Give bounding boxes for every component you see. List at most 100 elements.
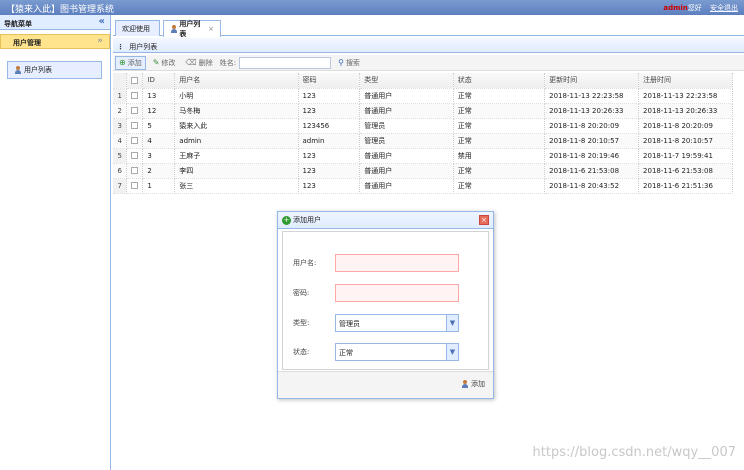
search-button[interactable]: ⚲ 搜索 — [335, 57, 363, 69]
status-select[interactable]: 正常 ▼ — [335, 343, 459, 361]
logout-link[interactable]: 安全退出 — [710, 4, 738, 12]
cell-status: 正常 — [453, 118, 546, 134]
add-button[interactable]: ⊕ 添加 — [115, 55, 146, 70]
submit-add-button[interactable]: 添加 — [461, 379, 485, 389]
add-icon: + — [282, 215, 291, 225]
table-row[interactable]: 3 5 猿来入此 123456 管理员 正常 2018-11-8 20:20:0… — [113, 118, 733, 134]
cell-id: 2 — [142, 163, 176, 179]
row-checkbox[interactable] — [126, 148, 144, 164]
username-input[interactable] — [335, 254, 459, 272]
tab-welcome[interactable]: 欢迎使用 — [115, 20, 160, 36]
table-row[interactable]: 2 12 马冬梅 123 普通用户 正常 2018-11-13 20:26:33… — [113, 103, 733, 119]
edit-label: 修改 — [161, 58, 176, 67]
table-row[interactable]: 4 4 admin admin 管理员 正常 2018-11-8 20:10:5… — [113, 133, 733, 149]
col-username[interactable]: 用户名 — [174, 73, 299, 89]
panel-title: 用户列表 — [129, 43, 158, 51]
cell-status: 正常 — [453, 163, 546, 179]
cell-id: 1 — [142, 178, 176, 194]
cell-id: 5 — [142, 118, 176, 134]
select-all-checkbox[interactable] — [126, 73, 144, 89]
table-row[interactable]: 6 2 李四 123 普通用户 正常 2018-11-6 21:53:08 20… — [113, 163, 733, 179]
top-bar: 【猿来入此】图书管理系统 admin您好 安全退出 — [0, 0, 744, 15]
sidebar-header: 导航菜单 « — [0, 15, 110, 30]
row-number: 5 — [113, 148, 128, 164]
user-icon — [170, 25, 178, 33]
cell-type: 管理员 — [359, 133, 454, 149]
row-checkbox[interactable] — [126, 163, 144, 179]
col-status[interactable]: 状态 — [453, 73, 546, 89]
col-password[interactable]: 密码 — [298, 73, 361, 89]
user-table: ID 用户名 密码 类型 状态 更新时间 注册时间 1 13 小明 123 普通… — [113, 73, 733, 194]
greeting: 您好 — [687, 4, 702, 12]
row-number: 7 — [113, 178, 128, 194]
close-tab-icon[interactable]: × — [208, 25, 214, 33]
row-number-header — [113, 73, 128, 89]
name-search-label: 姓名: — [219, 58, 237, 67]
cell-username: 李四 — [174, 163, 299, 179]
tab-user-list-label: 用户列表 — [179, 20, 201, 38]
cell-id: 4 — [142, 133, 176, 149]
username-label: 用户名: — [293, 259, 317, 267]
cell-updated: 2018-11-8 20:43:52 — [544, 178, 640, 194]
sidebar-group-user-management[interactable]: 用户管理 » — [0, 34, 110, 49]
cell-type: 普通用户 — [359, 178, 454, 194]
status-select-value: 正常 — [339, 349, 353, 357]
add-label: 添加 — [127, 58, 142, 67]
edit-button[interactable]: ✎ 修改 — [150, 57, 179, 69]
search-label: 搜索 — [345, 58, 360, 67]
cell-id: 12 — [142, 103, 176, 119]
table-row[interactable]: 7 1 张三 123 普通用户 正常 2018-11-8 20:43:52 20… — [113, 178, 733, 194]
table-row[interactable]: 1 13 小明 123 普通用户 正常 2018-11-13 22:23:58 … — [113, 88, 733, 104]
col-id[interactable]: ID — [142, 73, 176, 89]
tab-bar: 欢迎使用 用户列表 × — [113, 18, 744, 38]
cell-status: 正常 — [453, 178, 546, 194]
cell-status: 正常 — [453, 88, 546, 104]
password-input[interactable] — [335, 284, 459, 302]
cell-updated: 2018-11-8 20:20:09 — [544, 118, 640, 134]
tab-user-list[interactable]: 用户列表 × — [163, 20, 221, 38]
col-type[interactable]: 类型 — [359, 73, 454, 89]
row-checkbox[interactable] — [126, 118, 144, 134]
cell-type: 管理员 — [359, 118, 454, 134]
col-registered[interactable]: 注册时间 — [638, 73, 733, 89]
row-checkbox[interactable] — [126, 88, 144, 104]
row-checkbox[interactable] — [126, 178, 144, 194]
chevron-down-icon[interactable]: ▼ — [446, 315, 458, 331]
type-select[interactable]: 管理员 ▼ — [335, 314, 459, 332]
row-checkbox[interactable] — [126, 103, 144, 119]
sidebar-item-user-list[interactable]: 用户列表 — [7, 61, 102, 79]
watermark: https://blog.csdn.net/wqy__007 — [532, 445, 736, 460]
type-label: 类型: — [293, 319, 310, 327]
cell-registered: 2018-11-8 20:20:09 — [638, 118, 733, 134]
cell-registered: 2018-11-8 20:10:57 — [638, 133, 733, 149]
cell-id: 13 — [142, 88, 176, 104]
row-checkbox[interactable] — [126, 133, 144, 149]
cell-registered: 2018-11-13 20:26:33 — [638, 103, 733, 119]
app-title: 【猿来入此】图书管理系统 — [6, 5, 115, 15]
group-toggle-icon[interactable]: » — [97, 36, 103, 46]
cell-username: 小明 — [174, 88, 299, 104]
cell-status: 正常 — [453, 103, 546, 119]
table-row[interactable]: 5 3 王麻子 123 普通用户 禁用 2018-11-8 20:19:46 2… — [113, 148, 733, 164]
username-row: 用户名: — [293, 254, 459, 272]
close-icon[interactable]: × — [479, 215, 489, 225]
cell-registered: 2018-11-6 21:51:36 — [638, 178, 733, 194]
chevron-down-icon[interactable]: ▼ — [446, 344, 458, 360]
sidebar-item-label: 用户列表 — [24, 66, 52, 74]
drag-handle-icon: ⋮ — [117, 43, 124, 51]
type-select-value: 管理员 — [339, 320, 360, 328]
panel-header: ⋮ 用户列表 — [113, 38, 744, 53]
cell-username: admin — [174, 133, 299, 149]
cell-password: 123456 — [298, 118, 361, 134]
row-number: 1 — [113, 88, 128, 104]
col-updated[interactable]: 更新时间 — [544, 73, 640, 89]
add-icon: ⊕ — [119, 58, 126, 67]
name-search-input[interactable] — [239, 56, 332, 69]
dialog-body: 用户名: 密码: 类型: 管理员 ▼ 状态: 正常 ▼ — [282, 231, 489, 370]
cell-registered: 2018-11-6 21:53:08 — [638, 163, 733, 179]
delete-button[interactable]: ⌫ 删除 — [182, 57, 215, 69]
dialog-footer: 添加 — [278, 371, 493, 398]
collapse-icon[interactable]: « — [99, 16, 105, 27]
cell-password: 123 — [298, 178, 361, 194]
cell-type: 普通用户 — [359, 88, 454, 104]
